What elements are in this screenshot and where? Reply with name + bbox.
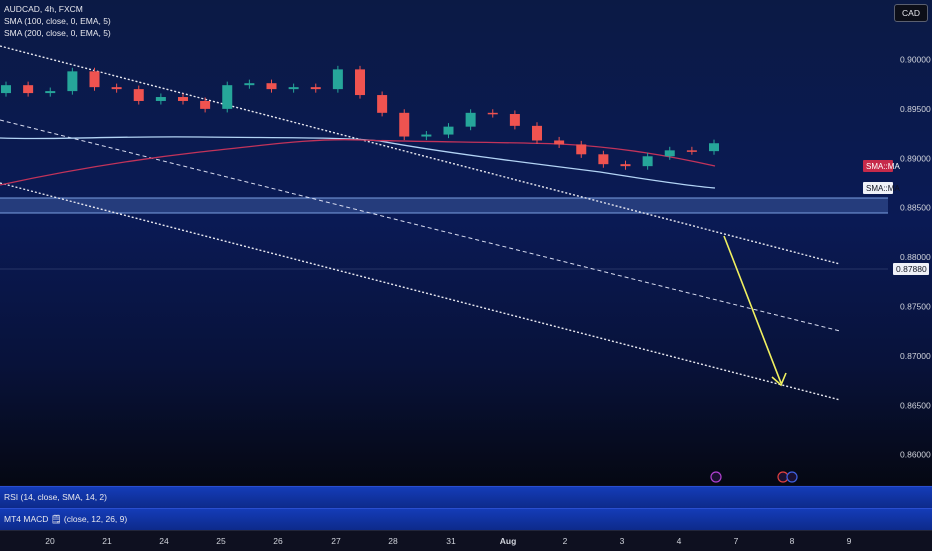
price-tick-label: 0.87500 <box>900 302 931 312</box>
candle-body <box>244 83 255 86</box>
date-label: 9 <box>846 536 852 546</box>
flash-event-icon <box>710 471 722 483</box>
sma-200-badge-text: SMA::MA <box>866 162 900 171</box>
date-label: 8 <box>789 536 795 546</box>
price-tick-label: 0.88000 <box>900 252 931 262</box>
candle-body <box>664 150 675 157</box>
candle-body <box>421 134 432 137</box>
date-label: 27 <box>331 536 341 546</box>
time-axis[interactable]: 20 21 24 25 26 27 28 31 Aug 2 3 4 7 8 9 <box>0 530 932 551</box>
date-label: Aug <box>499 536 517 546</box>
date-label: 4 <box>676 536 682 546</box>
price-tick-label: 0.90000 <box>900 55 931 65</box>
candle-body <box>686 150 697 152</box>
candle-body <box>155 97 166 101</box>
candle-body <box>377 95 388 113</box>
candle-body <box>222 85 233 109</box>
candle-body <box>332 69 343 90</box>
current-price-text: 0.87880 <box>896 264 927 274</box>
sma-100-legend[interactable]: SMA (100, close, 0, EMA, 5) <box>4 16 111 26</box>
candle-body <box>355 69 365 96</box>
chart-area[interactable]: 0.90000 0.89500 0.89000 0.88500 0.88000 0.875… <box>0 0 932 485</box>
macd-pane[interactable]: MT4 MACD 🗒 (close, 12, 26, 9) <box>0 508 932 530</box>
date-label: 28 <box>388 536 398 546</box>
date-label: 25 <box>216 536 226 546</box>
date-label: 24 <box>159 536 169 546</box>
price-tick-label: 0.89500 <box>900 104 931 114</box>
price-tick-label: 0.86000 <box>900 450 931 460</box>
date-label: 26 <box>273 536 283 546</box>
candle-body <box>399 112 410 137</box>
candle-body <box>89 71 100 88</box>
rsi-label[interactable]: RSI (14, close, SMA, 14, 2) <box>4 492 107 502</box>
candle-body <box>509 114 520 126</box>
date-label: 7 <box>733 536 739 546</box>
channel-upper-line <box>0 45 841 265</box>
channel-lower-line <box>0 182 841 401</box>
price-tick-label: 0.87000 <box>900 351 931 361</box>
candle-body <box>23 85 34 94</box>
news-event-icon <box>786 471 798 483</box>
price-tick-label: 0.89000 <box>900 153 931 163</box>
chart-title: AUDCAD, 4h, FXCM <box>4 4 83 14</box>
sma-100-badge-text: SMA::MA <box>866 184 900 193</box>
candle-body <box>532 125 542 141</box>
date-label: 20 <box>45 536 55 546</box>
candle-body <box>178 97 188 101</box>
candle-body <box>443 126 454 135</box>
candle-body <box>598 154 609 165</box>
candle-body <box>133 89 144 101</box>
candle-body <box>200 100 211 109</box>
sma-200-legend[interactable]: SMA (200, close, 0, EMA, 5) <box>4 28 111 38</box>
resistance-zone <box>0 198 888 213</box>
date-label: 3 <box>619 536 625 546</box>
candle-body <box>642 156 653 167</box>
forecast-arrow-line <box>723 235 782 384</box>
price-tick-label: 0.86500 <box>900 400 931 410</box>
candle-body <box>620 164 631 167</box>
candle-body <box>576 144 587 155</box>
candle-body <box>709 143 719 152</box>
candle-body <box>288 87 299 90</box>
date-label: 2 <box>562 536 568 546</box>
price-chart[interactable]: 0.90000 0.89500 0.89000 0.88500 0.88000 0.875… <box>0 0 932 485</box>
candles <box>1 65 719 170</box>
candle-body <box>45 91 56 94</box>
price-tick-label: 0.88500 <box>900 203 931 213</box>
rsi-pane[interactable]: RSI (14, close, SMA, 14, 2) <box>0 486 932 508</box>
currency-button[interactable]: CAD <box>894 4 928 22</box>
candle-body <box>554 140 565 145</box>
date-label: 21 <box>102 536 112 546</box>
candle-body <box>1 85 11 94</box>
macd-label[interactable]: MT4 MACD 🗒 (close, 12, 26, 9) <box>4 514 127 525</box>
candle-body <box>67 71 78 92</box>
candle-body <box>487 112 498 115</box>
candle-body <box>111 87 122 90</box>
candle-body <box>266 83 277 90</box>
candle-body <box>465 112 476 127</box>
date-label: 31 <box>446 536 456 546</box>
candle-body <box>310 87 321 90</box>
